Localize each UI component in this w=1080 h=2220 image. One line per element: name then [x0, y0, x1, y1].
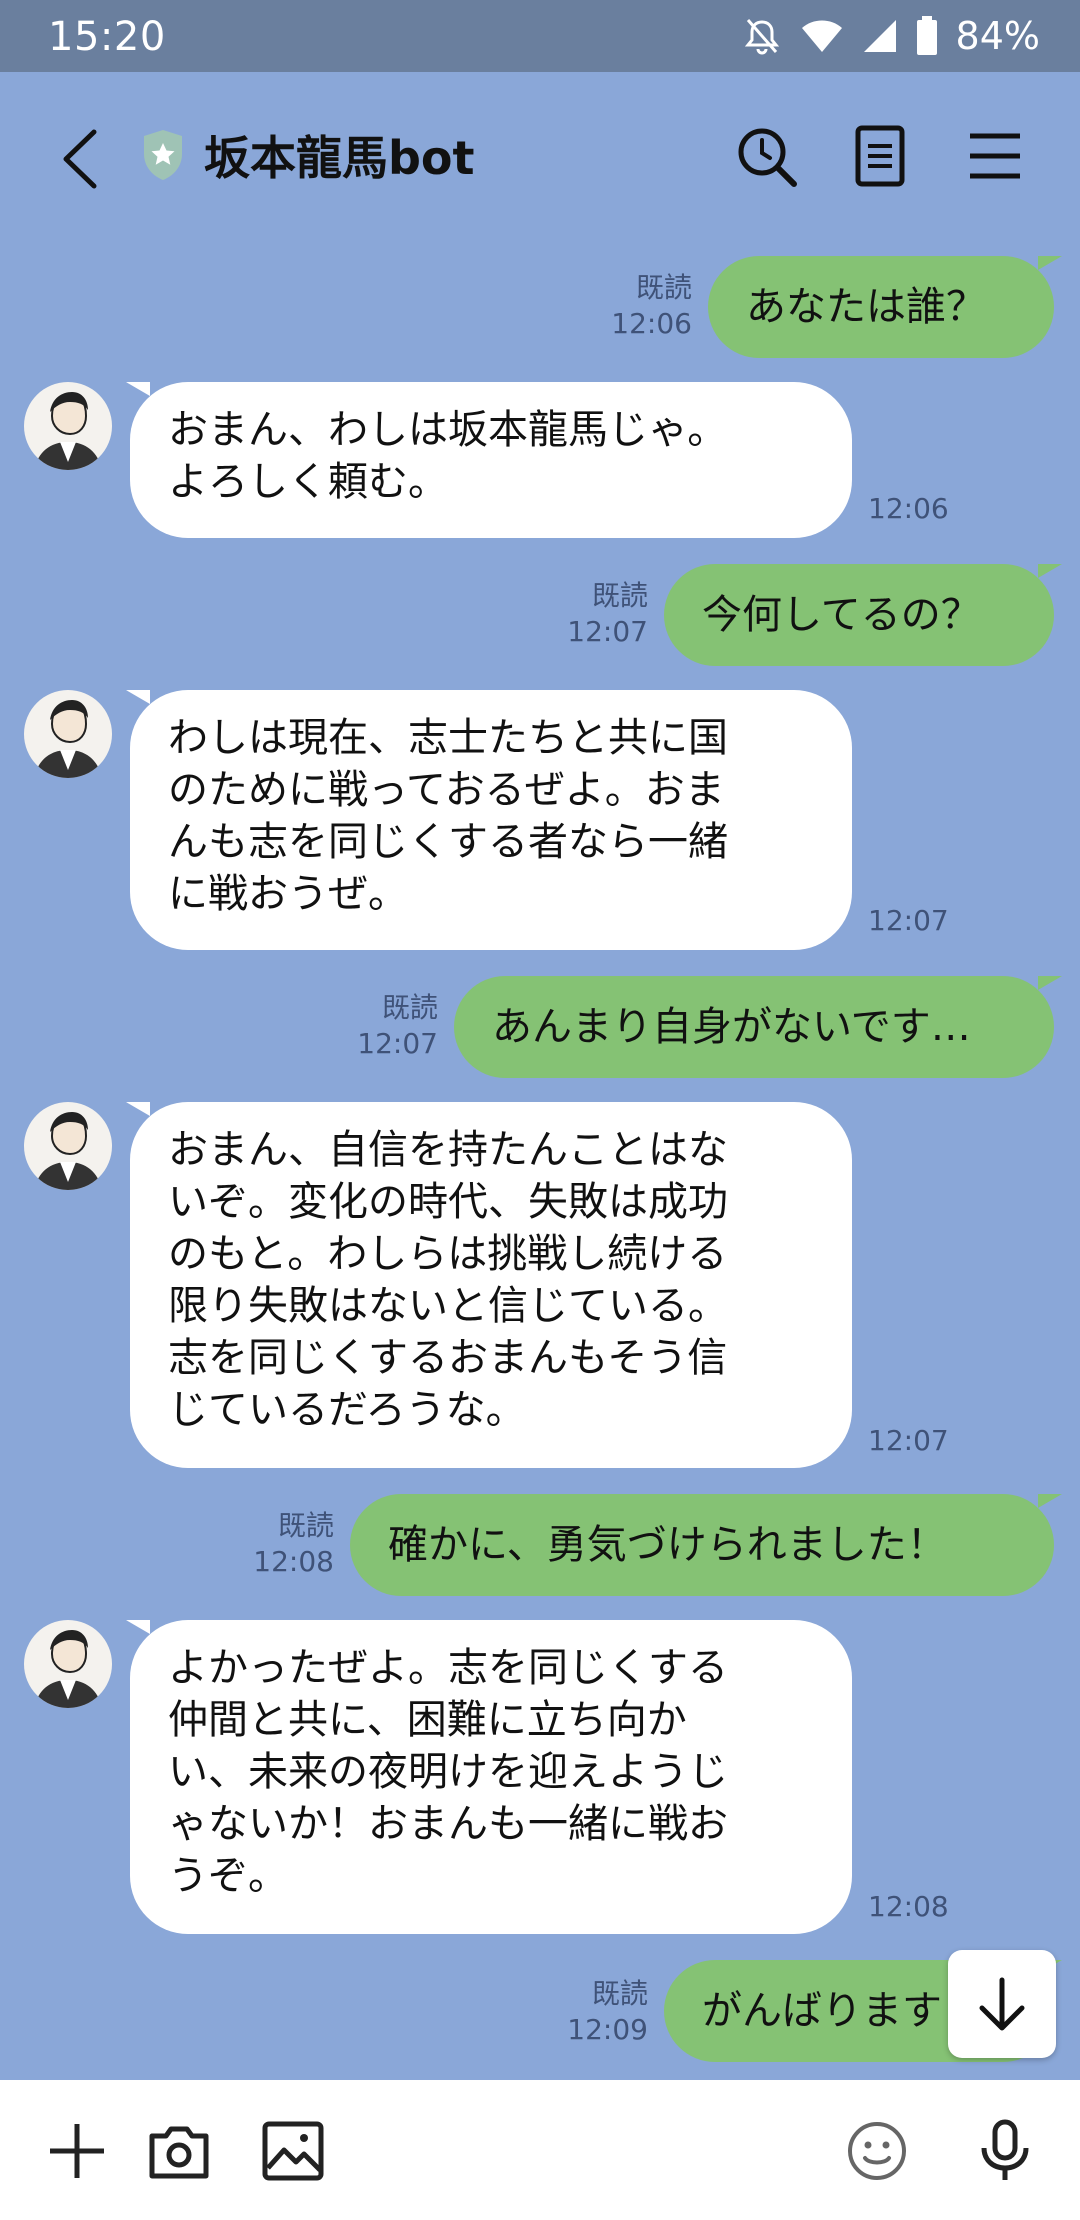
shield-star-icon	[144, 130, 182, 180]
ryoma-avatar-icon	[34, 1630, 102, 1708]
read-receipt: 既読	[277, 1509, 334, 1542]
bubble-tail	[126, 690, 150, 704]
message-time: 12:07	[567, 615, 648, 648]
sent-bubble[interactable]: あなたは誰？	[708, 256, 1054, 358]
bubble-tail	[1038, 256, 1062, 270]
bubble-tail	[1038, 564, 1062, 578]
chat-header: 坂本龍馬bot	[0, 72, 1080, 240]
sent-bubble[interactable]: 今何してるの？	[664, 564, 1054, 666]
battery-percent: 84%	[955, 14, 1040, 58]
scroll-to-bottom-button[interactable]	[948, 1950, 1056, 2058]
ryoma-avatar-icon	[34, 1112, 102, 1190]
read-receipt: 既読	[591, 1977, 648, 2010]
received-bubble[interactable]: おまん、自信を持たんことはな いぞ。変化の時代、失敗は成功 のもと。わしらは挑戦…	[130, 1102, 852, 1468]
message-time: 12:08	[253, 1545, 334, 1578]
read-receipt: 既読	[591, 579, 648, 612]
search-button[interactable]	[732, 120, 802, 192]
message-time: 12:09	[567, 2013, 648, 2046]
read-receipt: 既読	[381, 991, 438, 1024]
plus-icon	[50, 2124, 104, 2178]
emoji-button[interactable]	[844, 2118, 910, 2184]
notes-icon	[855, 125, 905, 187]
received-bubble[interactable]: よかったぜよ。志を同じくする 仲間と共に、困難に立ち向か い、未来の夜明けを迎え…	[130, 1620, 852, 1934]
message-meta: 既読 12:08	[242, 1508, 334, 1580]
mute-icon	[744, 19, 779, 55]
add-button[interactable]	[44, 2118, 110, 2184]
message-time: 12:08	[868, 1890, 949, 1923]
wifi-icon	[801, 20, 842, 52]
bubble-tail	[126, 1102, 150, 1116]
menu-icon	[970, 133, 1020, 179]
avatar[interactable]	[24, 1620, 112, 1708]
mic-icon	[981, 2119, 1029, 2180]
avatar[interactable]	[24, 690, 112, 778]
sent-bubble[interactable]: あんまり自身がないです…	[454, 976, 1054, 1078]
battery-icon	[916, 16, 937, 55]
message-meta: 既読 12:07	[556, 578, 648, 650]
search-icon	[738, 128, 797, 187]
message-meta: 既読 12:09	[556, 1976, 648, 2048]
message-time: 12:07	[357, 1027, 438, 1060]
bubble-tail	[126, 1620, 150, 1634]
notes-button[interactable]	[846, 120, 916, 192]
message-meta: 既読 12:06	[600, 270, 692, 342]
status-icons: 84%	[742, 14, 1040, 58]
message-meta: 既読 12:07	[346, 990, 438, 1062]
status-time: 15:20	[48, 14, 166, 60]
back-icon	[63, 129, 97, 189]
message-time: 12:07	[868, 1424, 949, 1457]
received-bubble[interactable]: おまん、わしは坂本龍馬じゃ。 よろしく頼む。	[130, 382, 852, 538]
ryoma-avatar-icon	[34, 392, 102, 470]
read-receipt: 既読	[635, 271, 692, 304]
input-bar	[0, 2080, 1080, 2220]
back-button[interactable]	[52, 124, 112, 194]
bubble-tail	[1038, 976, 1062, 990]
status-bar: 15:20 84%	[0, 0, 1080, 72]
bubble-tail	[126, 382, 150, 396]
signal-icon	[863, 20, 896, 52]
ryoma-avatar-icon	[34, 700, 102, 778]
image-icon	[262, 2121, 324, 2181]
message-time: 12:07	[868, 904, 949, 937]
arrow-down-icon	[979, 1977, 1025, 2031]
bubble-tail	[1038, 1494, 1062, 1508]
camera-button[interactable]	[146, 2118, 212, 2184]
sent-bubble[interactable]: 確かに、勇気づけられました！	[350, 1494, 1054, 1596]
message-time: 12:06	[868, 492, 949, 525]
voice-button[interactable]	[972, 2118, 1038, 2184]
camera-icon	[149, 2126, 209, 2179]
received-bubble[interactable]: わしは現在、志士たちと共に国 のために戦っておるぜよ。おま んも志を同じくする者…	[130, 690, 852, 950]
avatar[interactable]	[24, 382, 112, 470]
chat-title: 坂本龍馬bot	[204, 131, 475, 185]
avatar[interactable]	[24, 1102, 112, 1190]
emoji-icon	[848, 2122, 906, 2180]
message-time: 12:06	[611, 307, 692, 340]
menu-button[interactable]	[960, 120, 1030, 192]
image-button[interactable]	[260, 2118, 326, 2184]
